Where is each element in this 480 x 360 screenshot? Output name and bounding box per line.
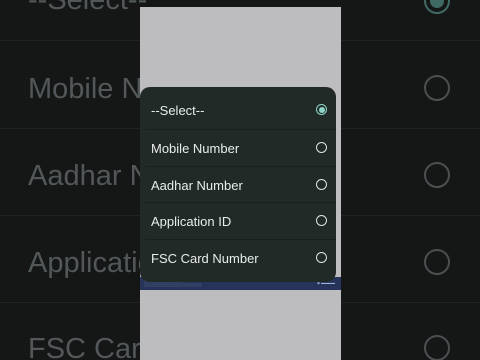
option-label: Aadhar Number	[151, 178, 243, 193]
option-label: FSC Card Number	[151, 251, 259, 266]
option-application-id[interactable]: Application ID	[145, 202, 336, 239]
select-dialog: --Select-- Mobile Number Aadhar Number A…	[140, 87, 336, 282]
radio-unselected-icon[interactable]	[316, 215, 327, 226]
radio-selected-icon[interactable]	[316, 104, 327, 115]
option-fsc-card-number[interactable]: FSC Card Number	[145, 239, 336, 276]
option-mobile-number[interactable]: Mobile Number	[145, 129, 336, 166]
option-label: --Select--	[151, 103, 205, 118]
bg-radio-icon	[424, 335, 450, 360]
bg-row-select: --Select--	[28, 0, 148, 16]
bg-radio-icon	[424, 75, 450, 101]
option-select[interactable]: --Select--	[145, 92, 336, 128]
bg-row-mobile: Mobile N	[28, 73, 143, 105]
option-label: Mobile Number	[151, 141, 240, 156]
option-label: Application ID	[151, 214, 232, 229]
phone-screen: ░░░░░░░░░░░░░░░░░░░░░░░░░░░░░░░░░░░░░░░░…	[140, 7, 341, 360]
bg-row-aadhar: Aadhar N	[28, 160, 151, 192]
bg-radio-selected-icon	[424, 0, 450, 14]
bg-row-fsc: FSC Card	[28, 333, 157, 360]
bg-radio-icon	[424, 162, 450, 188]
option-aadhar-number[interactable]: Aadhar Number	[145, 166, 336, 203]
bg-row-application: Applicatio	[28, 247, 154, 279]
radio-unselected-icon[interactable]	[316, 179, 327, 190]
bg-radio-icon	[424, 249, 450, 275]
radio-unselected-icon[interactable]	[316, 252, 327, 263]
radio-unselected-icon[interactable]	[316, 142, 327, 153]
